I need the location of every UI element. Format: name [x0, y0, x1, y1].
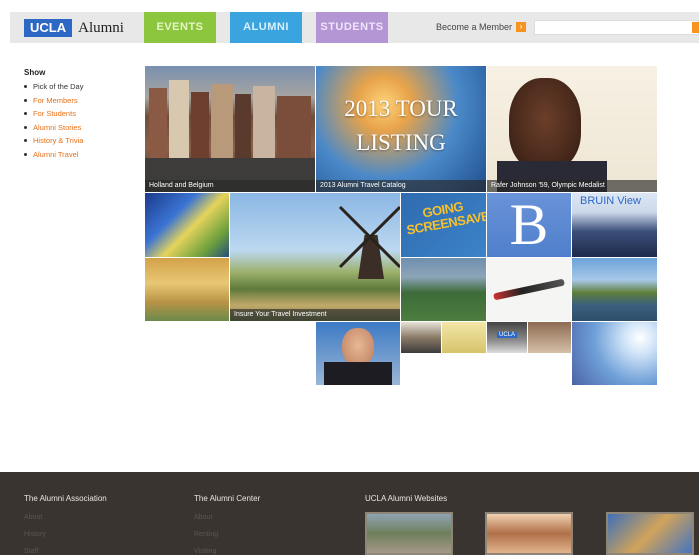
website-thumbnail[interactable] — [485, 512, 573, 555]
tile-stadium[interactable] — [401, 258, 486, 321]
footer-column-alumni-association: The Alumni Association About History Sta… — [24, 494, 107, 555]
tile-caption: Rafer Johnson '59, Olympic Medalist — [487, 180, 657, 192]
tile-rafer-johnson[interactable]: Rafer Johnson '59, Olympic Medalist — [487, 66, 657, 192]
bullet-icon — [24, 85, 27, 89]
tile-caption: Holland and Belgium — [145, 180, 315, 192]
arrow-right-icon: › — [516, 22, 527, 32]
bullet-icon — [24, 98, 27, 102]
bullet-icon — [24, 152, 27, 156]
footer-link[interactable]: History — [24, 526, 107, 543]
footer-link[interactable]: Visiting — [194, 543, 260, 555]
site-footer: The Alumni Association About History Sta… — [0, 472, 699, 555]
tab-events[interactable]: EVENTS — [144, 12, 216, 43]
sidebar-item-label: Alumni Travel — [33, 149, 79, 159]
footer-link[interactable]: Renting — [194, 526, 260, 543]
footer-link[interactable]: Staff — [24, 543, 107, 555]
tour-headline: 2013 TOUR LISTING — [316, 92, 486, 160]
logo-alumni-text: Alumni — [78, 19, 124, 36]
footer-link[interactable]: About — [194, 509, 260, 526]
tile-b-letter[interactable]: B — [487, 193, 571, 257]
bullet-icon — [24, 139, 27, 143]
speaker-suit — [324, 362, 392, 385]
ucla-chip: UCLA — [497, 332, 518, 338]
bullet-icon — [24, 112, 27, 116]
tile-travel-maps[interactable] — [145, 193, 229, 257]
tile-bruin-view[interactable]: BRUIN View — [572, 193, 657, 257]
footer-column-title: The Alumni Association — [24, 494, 107, 503]
tour-title-line1: 2013 TOUR — [344, 96, 458, 121]
website-thumbnail[interactable] — [365, 512, 453, 555]
search-go-button[interactable] — [692, 22, 699, 33]
speaker-portrait — [342, 328, 374, 366]
logo-ucla-text: UCLA — [24, 19, 73, 37]
sidebar-item-label: Alumni Stories — [33, 122, 82, 132]
footer-link[interactable]: About — [24, 509, 107, 526]
b-letter-graphic: B — [509, 193, 549, 257]
tab-alumni[interactable]: ALUMNI — [230, 12, 302, 43]
become-member-link[interactable]: Become a Member › — [436, 22, 527, 32]
sidebar-filter: Show Pick of the Day For Members For Stu… — [24, 68, 134, 161]
tile-crowd[interactable] — [145, 258, 229, 321]
tile-going-screensaver[interactable]: GOING SCREENSAVER — [401, 193, 486, 257]
tile-sky-balloon[interactable] — [572, 322, 657, 385]
sidebar-item-alumni-travel[interactable]: Alumni Travel — [24, 148, 134, 162]
sidebar-item-pick-of-the-day[interactable]: Pick of the Day — [24, 80, 134, 94]
tile-speaker[interactable] — [316, 322, 400, 385]
website-thumbnail[interactable] — [606, 512, 694, 555]
portrait-image — [509, 78, 581, 170]
tile-mini-portrait[interactable] — [401, 322, 441, 353]
tile-tour-listing[interactable]: 2013 TOUR LISTING 2013 Alumni Travel Cat… — [316, 66, 486, 192]
bruin-view-logo: BRUIN View — [580, 195, 641, 207]
footer-column-alumni-center: The Alumni Center About Renting Visiting — [194, 494, 260, 555]
tour-title-line2: LISTING — [356, 130, 446, 155]
sidebar-item-for-members[interactable]: For Members — [24, 94, 134, 108]
sidebar-item-label: For Students — [33, 109, 76, 118]
sidebar-item-label: History & Trivia — [33, 136, 84, 145]
search-input[interactable] — [534, 20, 699, 35]
sidebar-item-label: Pick of the Day — [33, 82, 84, 91]
footer-column-websites: UCLA Alumni Websites — [365, 494, 447, 509]
tile-caption: 2013 Alumni Travel Catalog — [316, 180, 486, 192]
sidebar-item-for-students[interactable]: For Students — [24, 107, 134, 121]
sidebar-item-label: For Members — [33, 95, 78, 105]
sidebar-item-history-trivia[interactable]: History & Trivia — [24, 134, 134, 148]
screensaver-headline: GOING SCREENSAVER — [403, 196, 486, 238]
windmill-blades-image — [338, 205, 400, 269]
sidebar-item-alumni-stories[interactable]: Alumni Stories — [24, 121, 134, 135]
bullet-icon — [24, 125, 27, 129]
footer-column-title: UCLA Alumni Websites — [365, 494, 448, 503]
tile-windmill[interactable]: Insure Your Travel Investment — [230, 193, 400, 321]
tile-fountain-pen[interactable] — [487, 258, 571, 321]
tab-students[interactable]: STUDENTS — [316, 12, 388, 43]
tile-holland-belgium[interactable]: Holland and Belgium — [145, 66, 315, 192]
pen-image — [493, 278, 565, 301]
footer-column-title: The Alumni Center — [194, 494, 261, 503]
tile-caption: Insure Your Travel Investment — [230, 309, 400, 321]
tile-mini-newsletter[interactable] — [442, 322, 486, 353]
become-member-label: Become a Member — [436, 22, 513, 32]
tile-river[interactable] — [572, 258, 657, 321]
tile-mini-ucla[interactable]: UCLA — [487, 322, 527, 353]
sidebar-title: Show — [24, 68, 46, 77]
city-canal-image — [145, 80, 315, 192]
tile-mini-people[interactable] — [528, 322, 571, 353]
ucla-alumni-logo[interactable]: UCLA Alumni — [24, 19, 124, 37]
